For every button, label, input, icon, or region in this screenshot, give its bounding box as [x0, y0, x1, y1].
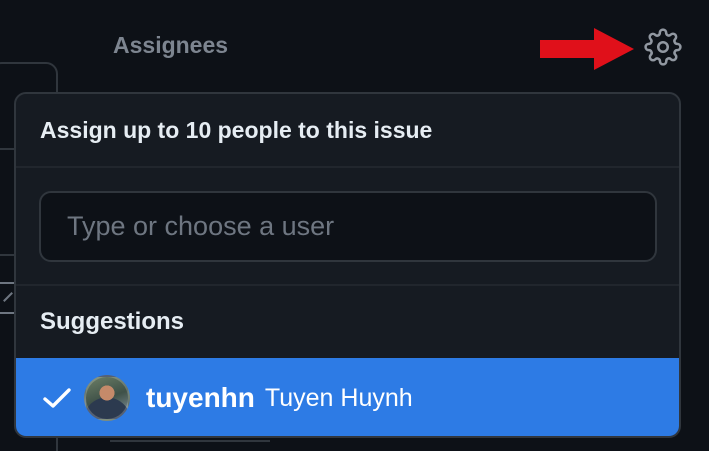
assignees-heading[interactable]: Assignees — [113, 32, 228, 59]
user-login: tuyenhn — [146, 382, 255, 413]
red-arrow-icon — [540, 28, 634, 70]
suggestions-label: Suggestions — [40, 308, 185, 335]
dropdown-title: Assign up to 10 people to this issue — [40, 116, 433, 143]
issue-sidebar-screen: Assignees Assign up to 10 people to this… — [0, 0, 709, 451]
check-icon — [43, 388, 71, 408]
suggestion-item-tuyenhn[interactable]: tuyenhn Tuyen Huynh — [16, 358, 679, 436]
assignees-dropdown: Assign up to 10 people to this issue Sug… — [14, 92, 681, 438]
gear-icon[interactable] — [644, 28, 682, 66]
user-full-name: Tuyen Huynh — [264, 383, 413, 412]
avatar — [84, 375, 130, 421]
dropdown-header: Assign up to 10 people to this issue — [16, 94, 679, 168]
suggestions-header: Suggestions — [16, 286, 679, 358]
user-search-input[interactable] — [39, 191, 657, 262]
sidebar-section-divider — [110, 440, 270, 451]
dropdown-filter — [16, 168, 679, 286]
